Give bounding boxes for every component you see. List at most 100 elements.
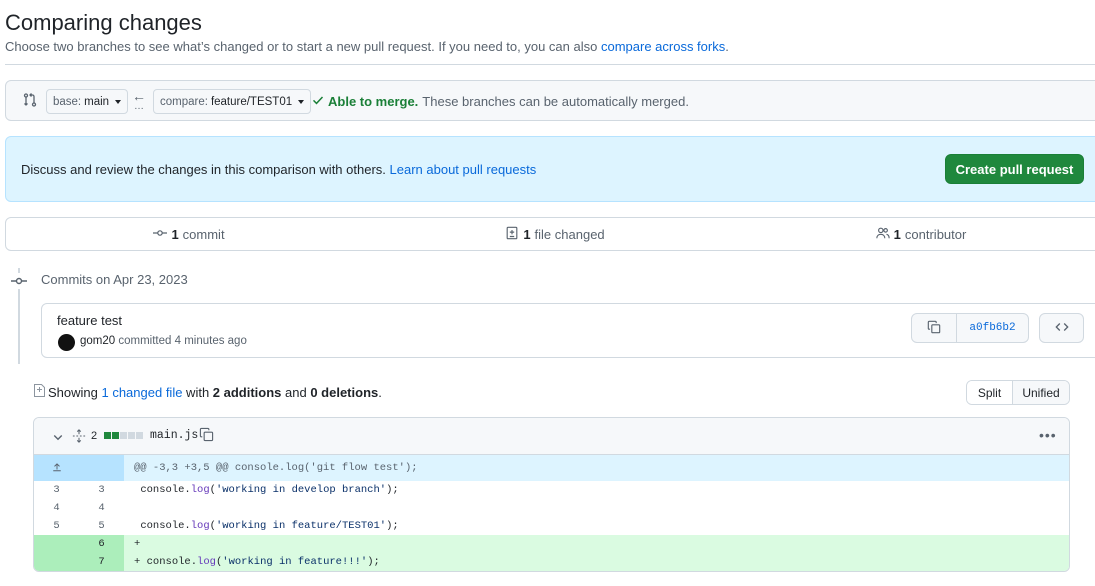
toc-suffix: .: [378, 385, 382, 400]
hunk-header: @@ -3,3 +3,5 @@ console.log('git flow te…: [134, 462, 418, 474]
kebab-horizontal-icon[interactable]: •••: [1039, 427, 1057, 443]
code-token: console.: [146, 556, 198, 568]
subtitle-text: Choose two branches to see what’s change…: [5, 39, 601, 54]
caret-down-icon: [115, 99, 122, 104]
diff-toc-summary: Showing 1 changed file with 2 additions …: [48, 385, 382, 400]
deletions-count: 0 deletions: [310, 385, 379, 400]
commits-label: commit: [182, 226, 225, 242]
hunk-gutter: [79, 455, 124, 481]
learn-pull-requests-link[interactable]: Learn about pull requests: [390, 162, 537, 177]
chevron-down-icon[interactable]: [52, 430, 64, 446]
line-code: +: [124, 535, 1069, 553]
compare-value: feature/TEST01: [210, 95, 293, 108]
code-icon: [1054, 320, 1069, 337]
compare-summary: 1 commit 1 file changed 1 contributor: [5, 217, 1095, 251]
contributors-label: contributor: [904, 226, 967, 242]
header-divider: [5, 64, 1095, 65]
new-line-number[interactable]: 3: [79, 481, 124, 499]
create-pull-request-button[interactable]: Create pull request: [945, 154, 1084, 184]
people-icon: [875, 226, 890, 243]
compare-across-forks-link[interactable]: compare across forks: [601, 39, 725, 54]
files-label: file changed: [534, 226, 605, 242]
code-token: );: [386, 484, 399, 496]
line-marker: +: [134, 538, 141, 550]
compare-branch-select[interactable]: compare: feature/TEST01: [153, 89, 312, 114]
old-line-number[interactable]: 4: [34, 499, 79, 517]
code-token: );: [386, 520, 399, 532]
base-branch-select[interactable]: base: main: [46, 89, 129, 114]
diff-change-count: 2: [91, 430, 98, 442]
unfold-icon[interactable]: [72, 429, 86, 446]
flash-message: Discuss and review the changes in this c…: [21, 162, 386, 177]
git-compare-icon: [22, 92, 38, 108]
caret-down-icon: [298, 99, 305, 104]
diffstat-block: [104, 432, 111, 439]
file-name-link[interactable]: main.js: [150, 429, 198, 442]
contributors-tab[interactable]: 1 contributor: [738, 218, 1095, 250]
new-line-number[interactable]: 6: [79, 535, 124, 553]
toc-mid1: with: [182, 385, 213, 400]
git-commit-icon: [153, 226, 168, 243]
file-icon: [33, 383, 46, 398]
merge-message: These branches can be automatically merg…: [422, 94, 689, 109]
merge-ok-label: Able to merge.: [328, 94, 419, 109]
page-subtitle: Choose two branches to see what’s change…: [5, 39, 729, 54]
file-diff-icon: [505, 226, 519, 243]
toc-prefix: Showing: [48, 385, 102, 400]
code-token: log: [190, 484, 210, 496]
merge-status: Able to merge. These branches can be aut…: [312, 94, 689, 109]
new-line-number[interactable]: 7: [79, 553, 124, 571]
base-value: main: [84, 95, 110, 108]
changed-files-link[interactable]: 1 changed file: [101, 385, 182, 400]
old-line-number[interactable]: [34, 553, 79, 571]
new-line-number[interactable]: 4: [79, 499, 124, 517]
commit-item: feature test gom20 committed 4 minutes a…: [41, 303, 1095, 358]
subtitle-suffix: .: [725, 39, 729, 54]
line-code: console.log('working in develop branch')…: [124, 481, 1069, 499]
line-code: [124, 499, 1069, 517]
code-token: 'working in feature/TEST01': [215, 520, 387, 532]
file-header: 2 main.js •••: [34, 418, 1069, 455]
line-code: + console.log('working in feature!!!');: [124, 553, 1069, 571]
copy-icon[interactable]: [199, 427, 214, 445]
flash-text: Discuss and review the changes in this c…: [21, 162, 536, 177]
check-icon: [312, 94, 324, 109]
page-title: Comparing changes: [5, 10, 202, 35]
files-changed-tab[interactable]: 1 file changed: [372, 218, 738, 250]
commits-tab[interactable]: 1 commit: [6, 218, 372, 250]
diff-view-toggle: Split Unified: [966, 380, 1070, 405]
split-view-button[interactable]: Split: [967, 381, 1013, 404]
range-editor: base: main ← … compare: feature/TEST01 A…: [5, 80, 1095, 121]
browse-code-button[interactable]: [1039, 313, 1084, 343]
commit-title-link[interactable]: feature test: [57, 313, 122, 328]
code-token: );: [367, 556, 380, 568]
diff-line: 4 4: [34, 499, 1069, 517]
old-line-number[interactable]: 5: [34, 517, 79, 535]
diff-file: 2 main.js ••• @@ -3,3 +3,5 @@ console.lo…: [33, 417, 1070, 572]
unified-view-button[interactable]: Unified: [1013, 381, 1069, 404]
commit-author-link[interactable]: gom20: [80, 335, 115, 347]
additions-count: 2 additions: [212, 385, 282, 400]
copy-sha-button[interactable]: [912, 314, 957, 342]
code-token: 'working in develop branch': [215, 484, 387, 496]
line-code: console.log('working in feature/TEST01')…: [124, 517, 1069, 535]
code-token: log: [190, 520, 210, 532]
old-line-number[interactable]: 3: [34, 481, 79, 499]
commit-sha-link[interactable]: a0fb6b2: [957, 314, 1028, 342]
commit-time: committed 4 minutes ago: [118, 335, 247, 347]
diff-line-added: 6 +: [34, 535, 1069, 553]
copy-icon: [927, 320, 941, 337]
avatar[interactable]: [58, 334, 75, 351]
ellipsis-icon: …: [134, 101, 144, 112]
old-line-number[interactable]: [34, 535, 79, 553]
expand-up-button[interactable]: [34, 455, 79, 481]
diffstat-block: [136, 432, 143, 439]
commit-sha-group: a0fb6b2: [911, 313, 1029, 343]
code-token: console.: [140, 520, 191, 532]
code-token: log: [197, 556, 216, 568]
compare-prefix: compare:: [160, 95, 208, 108]
diffstat-block: [120, 432, 127, 439]
new-line-number[interactable]: 5: [79, 517, 124, 535]
files-count: 1: [523, 226, 531, 242]
diffstat-block: [112, 432, 119, 439]
